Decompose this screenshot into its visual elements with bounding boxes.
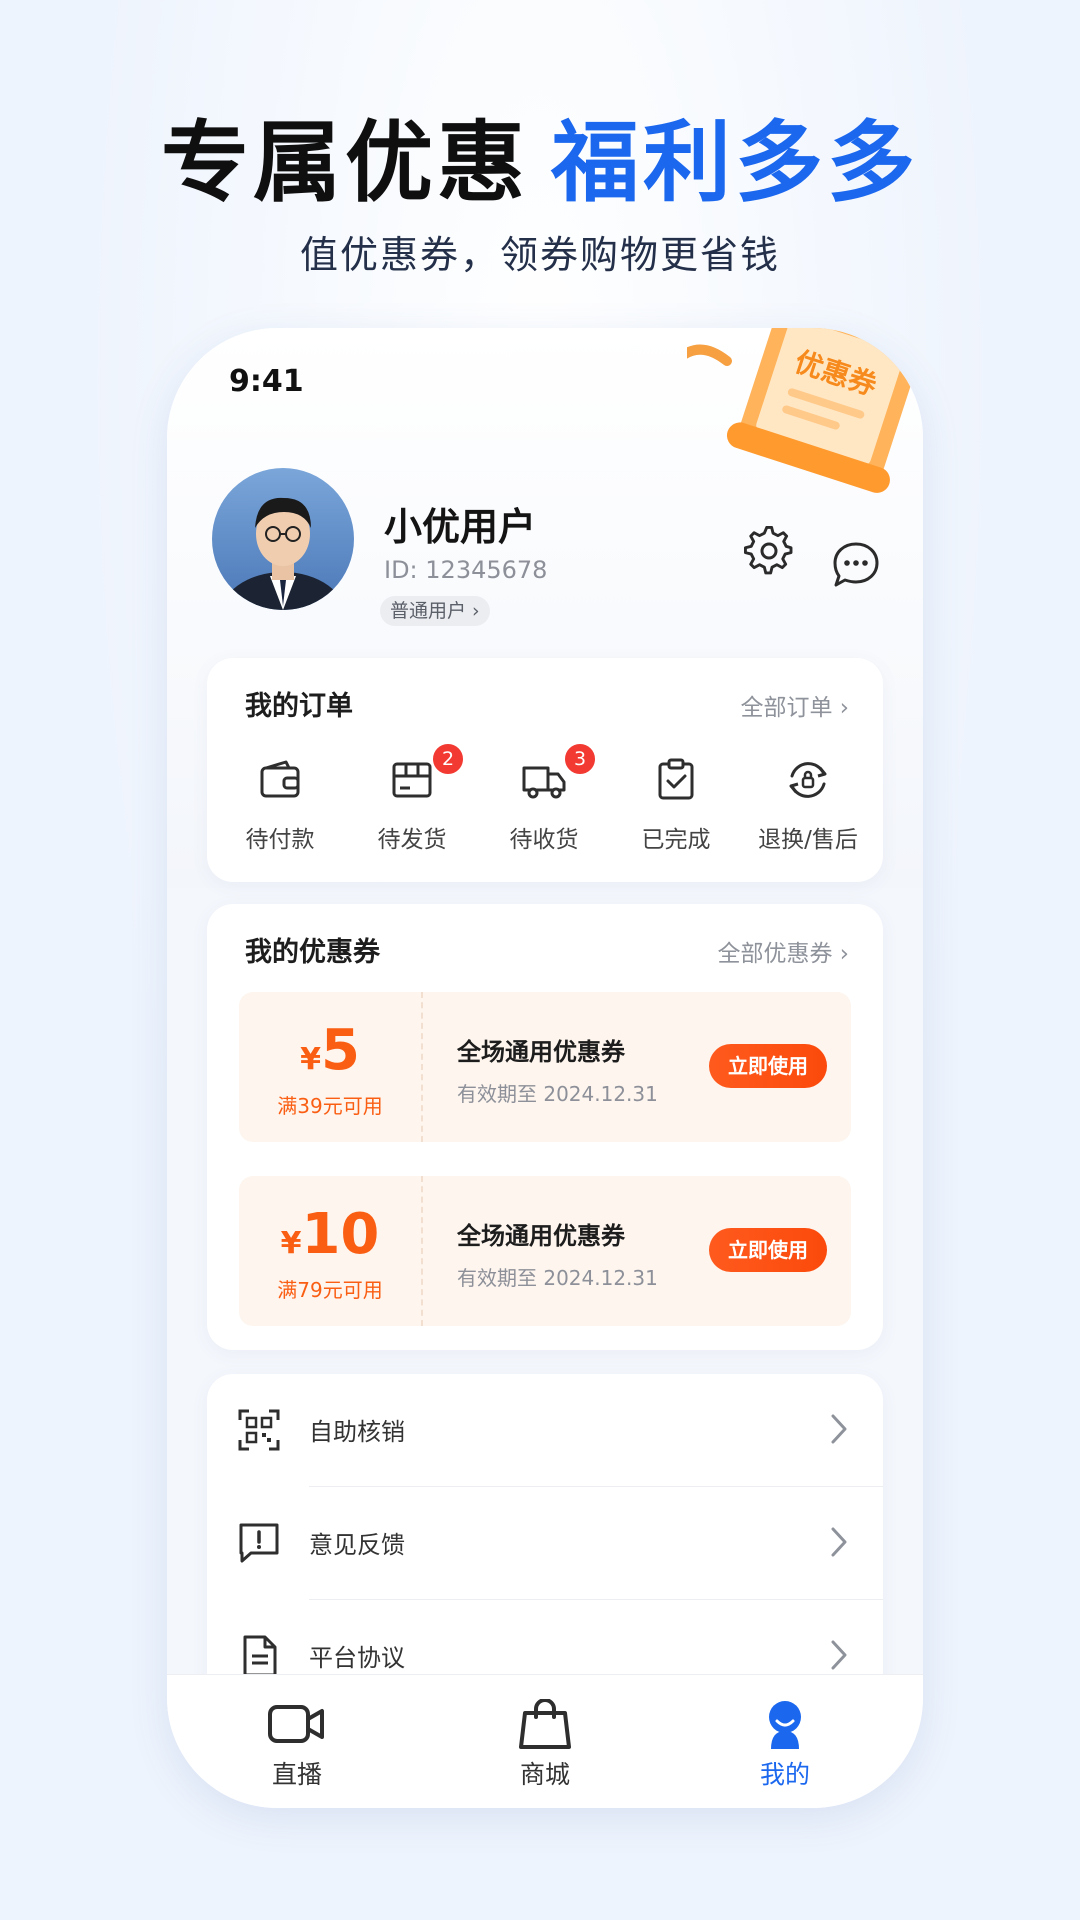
- coupon-expiry: 有效期至 2024.12.31: [457, 1082, 658, 1106]
- order-item-label: 待发货: [377, 827, 447, 853]
- all-coupons-link[interactable]: 全部优惠券 ›: [717, 934, 849, 968]
- promo-headline-dark: 专属优惠: [160, 111, 529, 214]
- feedback-icon: [239, 1523, 279, 1563]
- refund-icon: [789, 762, 827, 798]
- settings-gear-icon[interactable]: [744, 526, 794, 576]
- coupon-expiry: 有效期至 2024.12.31: [457, 1266, 658, 1290]
- menu-item-feedback[interactable]: 意见反馈: [207, 1487, 883, 1599]
- receipt-count-badge: 3: [563, 742, 597, 776]
- tab-live[interactable]: 直播: [227, 1699, 367, 1791]
- menu-item-self-verify[interactable]: 自助核销: [207, 1374, 883, 1486]
- order-after-sales[interactable]: 退换/售后: [743, 756, 873, 854]
- document-icon: [243, 1635, 277, 1677]
- order-completed[interactable]: 已完成: [611, 756, 741, 854]
- promo-headline: 专属优惠 福利多多: [0, 92, 1080, 219]
- menu-item-label: 意见反馈: [309, 1531, 405, 1559]
- tab-label: 直播: [271, 1760, 322, 1789]
- coupon-amount-value: 10: [301, 1202, 380, 1267]
- use-coupon-button[interactable]: 立即使用: [709, 1044, 827, 1088]
- user-id: ID: 12345678: [384, 556, 548, 584]
- promo-subtitle: 值优惠券，领券购物更省钱: [299, 233, 780, 277]
- order-item-label: 待付款: [245, 827, 315, 853]
- status-bar-time: 9:41: [229, 364, 304, 399]
- package-icon: [392, 762, 432, 798]
- member-level-badge[interactable]: 普通用户 ›: [380, 596, 490, 626]
- avatar[interactable]: [212, 468, 354, 610]
- chevron-right-icon: [831, 1527, 847, 1557]
- order-pending-receipt[interactable]: 3 待收货: [479, 742, 609, 854]
- promo-headline-blue: 福利多多: [551, 111, 920, 214]
- chevron-right-icon: [831, 1640, 847, 1670]
- video-camera-icon: [268, 1705, 324, 1743]
- clipboard-check-icon: [658, 758, 694, 800]
- message-bubble-icon[interactable]: [831, 540, 881, 590]
- coupons-title: 我的优惠券: [245, 937, 380, 968]
- coupon-item: ¥10 满79元可用 全场通用优惠券 有效期至 2024.12.31 立即使用: [239, 1176, 851, 1326]
- shopping-bag-icon: [519, 1699, 571, 1749]
- user-icon: [769, 1701, 801, 1749]
- tab-label: 商城: [519, 1760, 570, 1789]
- orders-title: 我的订单: [245, 691, 353, 722]
- order-pending-payment[interactable]: 待付款: [215, 756, 345, 854]
- coupon-name: 全场通用优惠券: [457, 1038, 625, 1066]
- shipment-count-badge: 2: [431, 742, 465, 776]
- bottom-tab-bar: 直播 商城 我的: [167, 1674, 923, 1808]
- tab-mall[interactable]: 商城: [475, 1699, 615, 1791]
- orders-card: 我的订单 全部订单 › 待付款 2 待发货 3 待收货 已完成 退换/售后: [207, 658, 883, 882]
- chevron-right-icon: [831, 1414, 847, 1444]
- menu-item-label: 自助核销: [309, 1418, 405, 1446]
- currency-symbol: ¥: [280, 1226, 302, 1261]
- username: 小优用户: [384, 505, 537, 549]
- coupon-amount: ¥5: [239, 1018, 421, 1083]
- order-pending-shipment[interactable]: 2 待发货: [347, 742, 477, 854]
- coupon-value-panel: ¥5 满39元可用: [239, 992, 423, 1142]
- order-item-label: 已完成: [641, 827, 711, 853]
- menu-item-label: 平台协议: [309, 1644, 405, 1672]
- avatar-portrait-icon: [219, 497, 347, 610]
- coupons-card: 我的优惠券 全部优惠券 › ¥5 满39元可用 全场通用优惠券 有效期至 202…: [207, 904, 883, 1350]
- coupon-amount-value: 5: [320, 1018, 360, 1083]
- coupon-name: 全场通用优惠券: [457, 1222, 625, 1250]
- coupon-amount: ¥10: [239, 1202, 421, 1267]
- phone-frame: 9:41 优惠券 小优用户 ID: 12345678 普通用户 › 我的订单 全…: [167, 328, 923, 1808]
- order-item-label: 退换/售后: [758, 827, 858, 853]
- truck-icon: [522, 766, 566, 799]
- tab-label: 我的: [759, 1760, 810, 1789]
- coupon-item: ¥5 满39元可用 全场通用优惠券 有效期至 2024.12.31 立即使用: [239, 992, 851, 1142]
- wallet-icon: [260, 760, 300, 798]
- coupon-decoration-icon: 优惠券: [687, 328, 923, 493]
- currency-symbol: ¥: [300, 1042, 321, 1077]
- coupon-value-panel: ¥10 满79元可用: [239, 1176, 423, 1326]
- all-orders-link[interactable]: 全部订单 ›: [740, 688, 849, 722]
- order-item-label: 待收货: [509, 827, 579, 853]
- coupon-condition: 满39元可用: [277, 1094, 383, 1118]
- tab-profile[interactable]: 我的: [715, 1699, 855, 1791]
- coupon-condition: 满79元可用: [277, 1278, 383, 1302]
- use-coupon-button[interactable]: 立即使用: [709, 1228, 827, 1272]
- qr-scan-icon: [238, 1409, 280, 1451]
